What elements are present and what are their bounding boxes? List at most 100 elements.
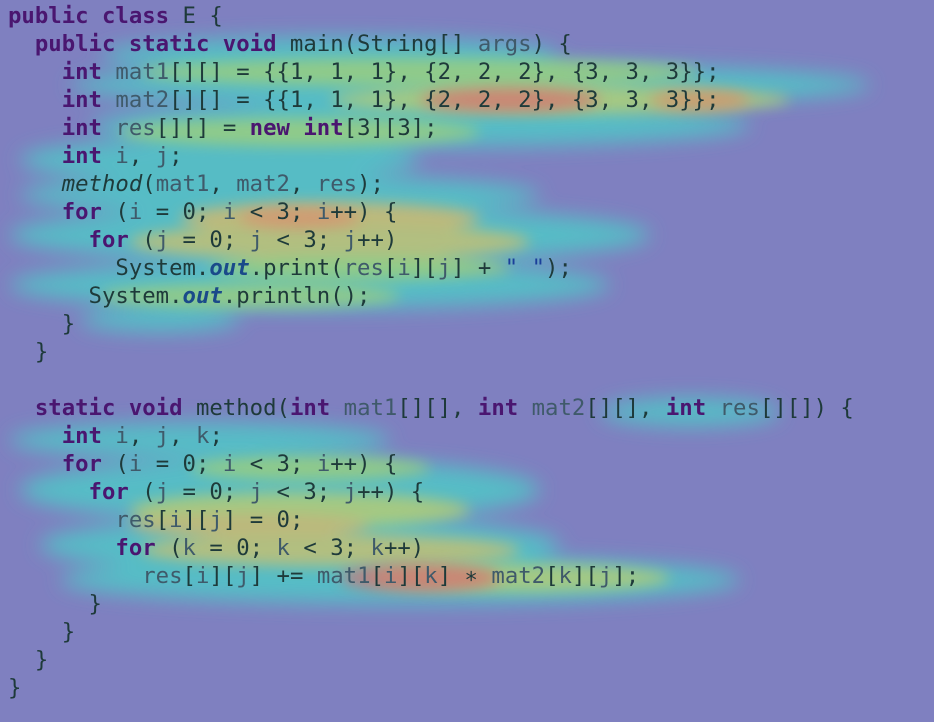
code-token: [ xyxy=(370,563,384,589)
code-token: j xyxy=(343,227,358,253)
code-token: int xyxy=(61,143,102,169)
code-token: j xyxy=(343,479,358,505)
code-line: int i, j; xyxy=(8,142,854,170)
code-token: k xyxy=(276,535,290,561)
code-line: } xyxy=(8,618,854,646)
code-token: i xyxy=(222,199,237,225)
code-token: ][ xyxy=(182,507,210,533)
code-token: j xyxy=(236,563,250,589)
code-token: mat1 xyxy=(155,171,210,197)
code-token: int xyxy=(61,423,102,449)
code-token: = 0; xyxy=(142,199,223,225)
code-line: res[i][j] = 0; xyxy=(8,506,854,534)
code-token: < 3; xyxy=(263,227,344,253)
code-token: out xyxy=(209,255,250,281)
code-line: for (j = 0; j < 3; j++) xyxy=(8,226,854,254)
code-line: method(mat1, mat2, res); xyxy=(8,170,854,198)
code-token: ] ∗ xyxy=(437,563,492,589)
code-token: ][ xyxy=(410,255,438,281)
code-token: j xyxy=(155,143,170,169)
code-token: public class xyxy=(8,3,170,29)
code-token: [][], xyxy=(585,395,666,421)
code-line: for (i = 0; i < 3; i++) { xyxy=(8,198,854,226)
code-token: i xyxy=(195,563,210,589)
code-token: res xyxy=(142,563,183,589)
code-token: i xyxy=(383,563,398,589)
code-token: j xyxy=(249,479,264,505)
code-token: [ xyxy=(545,563,559,589)
code-token: public static void xyxy=(34,31,277,57)
code-token: i xyxy=(128,199,143,225)
code-listing: public class E { public static void main… xyxy=(8,2,854,702)
code-token: [][] = {{1, 1, 1}, {2, 2, 2}, {3, 3, 3}}… xyxy=(169,87,720,113)
code-line: for (k = 0; k < 3; k++) xyxy=(8,534,854,562)
code-token: ++) xyxy=(383,535,425,561)
code-token: ); xyxy=(545,255,572,281)
code-token: ]; xyxy=(612,563,640,589)
code-token: ; xyxy=(209,423,223,449)
code-token: , xyxy=(289,171,317,197)
code-token: ( xyxy=(128,479,156,505)
code-token: int xyxy=(477,395,519,421)
code-token: k xyxy=(182,535,196,561)
code-line: } xyxy=(8,338,854,366)
code-token: System. xyxy=(8,283,183,309)
code-token: ] = 0; xyxy=(222,507,304,533)
code-token: } xyxy=(8,339,49,365)
code-token: [][] = {{1, 1, 1}, {2, 2, 2}, {3, 3, 3}}… xyxy=(169,59,720,85)
code-token: ( xyxy=(101,451,129,477)
code-token: mat2 xyxy=(491,563,546,589)
code-token: out xyxy=(182,283,223,309)
code-line: for (i = 0; i < 3; i++) { xyxy=(8,450,854,478)
code-token: j xyxy=(437,255,452,281)
code-token: k xyxy=(558,563,572,589)
code-token: i xyxy=(115,143,129,169)
code-token: [ xyxy=(155,507,170,533)
code-token: k xyxy=(370,535,384,561)
code-token: res xyxy=(115,115,156,141)
code-token: i xyxy=(316,199,331,225)
code-line: System.out.print(res[i][j] + " "); xyxy=(8,254,854,282)
code-token: } xyxy=(8,675,22,701)
code-token: ++) { xyxy=(357,479,425,505)
code-token: = 0; xyxy=(195,535,277,561)
code-token: } xyxy=(8,311,76,337)
code-token: res xyxy=(719,395,760,421)
code-token: static void xyxy=(34,395,183,421)
code-line: int mat2[][] = {{1, 1, 1}, {2, 2, 2}, {3… xyxy=(8,86,854,114)
code-token: ++) { xyxy=(330,199,398,225)
code-token: args xyxy=(477,31,532,57)
code-token: mat2 xyxy=(236,171,290,197)
code-token: } xyxy=(8,619,76,645)
code-token: res xyxy=(343,255,384,281)
code-line: int i, j, k; xyxy=(8,422,854,450)
code-token: for xyxy=(88,479,129,505)
code-token: .print( xyxy=(249,255,344,281)
code-token: j xyxy=(209,507,223,533)
code-token: ( xyxy=(101,199,129,225)
code-line: } xyxy=(8,646,854,674)
code-token: mat1 xyxy=(316,563,371,589)
code-token: < 3; xyxy=(236,199,317,225)
code-token: [][], xyxy=(397,395,478,421)
code-token: ] + xyxy=(451,255,505,281)
code-token: int xyxy=(289,395,331,421)
code-token: i xyxy=(397,255,411,281)
code-token: = 0; xyxy=(142,451,223,477)
code-token: ++) { xyxy=(330,451,398,477)
